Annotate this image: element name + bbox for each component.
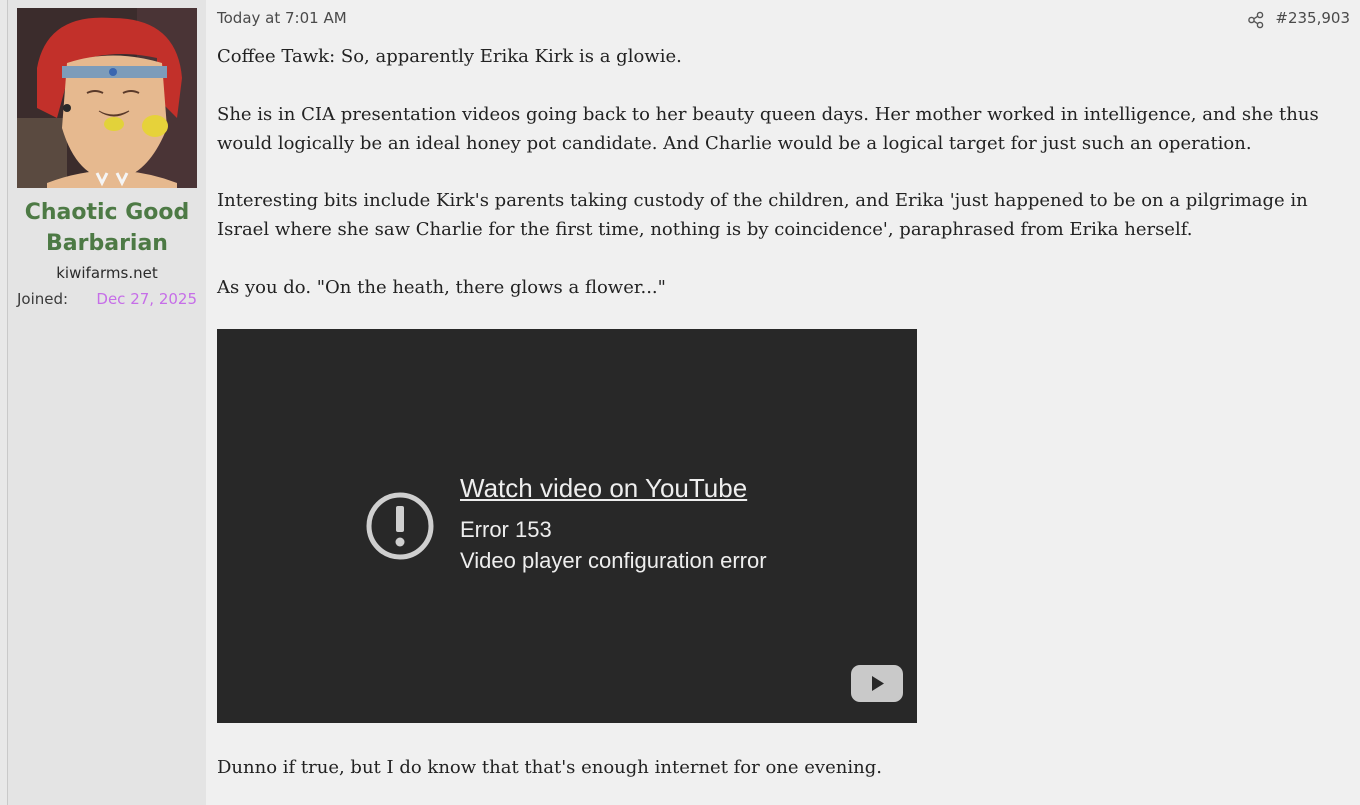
post-number-link[interactable]: #235,903 — [1275, 9, 1350, 27]
exclamation-circle-icon — [366, 492, 434, 560]
post-paragraph-4: As you do. "On the heath, there glows a … — [217, 277, 666, 298]
username-line2: Barbarian — [46, 231, 168, 256]
username-line1: Chaotic Good — [24, 200, 190, 225]
user-title: kiwifarms.net — [56, 264, 158, 282]
post-container: Chaotic Good Barbarian kiwifarms.net Joi… — [0, 0, 1360, 805]
post-paragraph-1: Coffee Tawk: So, apparently Erika Kirk i… — [217, 46, 682, 67]
youtube-embed[interactable]: Watch video on YouTube Error 153 Video p… — [217, 329, 917, 723]
left-edge-border — [0, 0, 8, 805]
joined-date: Dec 27, 2025 — [96, 290, 197, 308]
post-paragraph-3: Interesting bits include Kirk's parents … — [217, 190, 1308, 240]
video-error-message: Video player configuration error — [460, 548, 767, 573]
post-paragraph-2: She is in CIA presentation videos going … — [217, 104, 1319, 154]
youtube-play-icon[interactable] — [851, 665, 903, 702]
video-error-code: Error 153 — [460, 517, 552, 542]
joined-label: Joined: — [17, 290, 69, 308]
share-icon[interactable] — [1247, 11, 1265, 29]
username-link[interactable]: Chaotic Good Barbarian — [8, 197, 206, 259]
post-date[interactable]: Today at 7:01 AM — [217, 9, 347, 27]
watch-on-youtube-link[interactable]: Watch video on YouTube — [460, 473, 747, 504]
post-paragraph-5: Dunno if true, but I do know that that's… — [217, 757, 882, 778]
user-panel: Chaotic Good Barbarian kiwifarms.net Joi… — [8, 0, 206, 805]
avatar-image — [17, 8, 197, 188]
user-avatar[interactable] — [17, 8, 197, 188]
